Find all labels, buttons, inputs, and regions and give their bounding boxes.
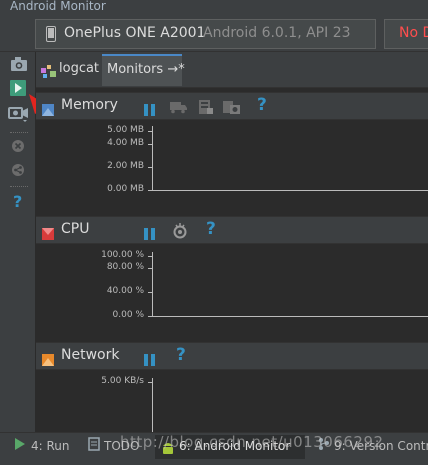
- cpu-y-label: 80.00 %: [106, 262, 144, 272]
- memory-y-label: 4.00 MB: [107, 138, 144, 148]
- cpu-icon: [42, 225, 54, 240]
- window-title: Android Monitor: [10, 0, 106, 13]
- network-monitor-header: Network ?: [36, 342, 428, 370]
- network-y-label: 5.00 KB/s: [101, 376, 144, 386]
- help-icon[interactable]: ?: [13, 192, 31, 211]
- network-icon: [42, 351, 54, 366]
- device-info: Android 6.0.1, API 23: [203, 25, 351, 41]
- process-text: No D: [399, 25, 428, 41]
- toolbar-separator: [10, 186, 28, 187]
- pause-icon[interactable]: [144, 351, 155, 370]
- allocation-tracking-icon[interactable]: [222, 99, 242, 119]
- memory-y-label: 0.00 MB: [107, 184, 144, 194]
- method-tracing-icon[interactable]: [172, 223, 188, 243]
- memory-monitor-header: Memory ?: [36, 92, 428, 120]
- network-y-axis: [152, 378, 153, 432]
- watermark: http://blog.csdn.net/u013066292: [120, 433, 384, 451]
- heap-dump-icon[interactable]: [198, 99, 214, 119]
- run-tool-button[interactable]: 4: Run: [31, 439, 70, 453]
- cpu-y-axis: [152, 252, 153, 317]
- status-bar: [0, 460, 428, 465]
- phone-icon: [46, 26, 56, 46]
- device-name: OnePlus ONE A2001: [64, 25, 206, 41]
- screen-record-icon[interactable]: [8, 104, 28, 122]
- tab-logcat[interactable]: logcat: [36, 54, 102, 86]
- tab-bar: logcat Monitors →*: [36, 52, 428, 88]
- cpu-y-label: 40.00 %: [106, 286, 144, 296]
- camera-icon[interactable]: [10, 56, 28, 74]
- memory-icon: [42, 101, 54, 116]
- help-icon[interactable]: ?: [176, 345, 186, 365]
- cpu-title: CPU: [61, 221, 90, 237]
- device-dropdown[interactable]: OnePlus ONE A2001 Android 6.0.1, API 23: [35, 19, 406, 49]
- network-title: Network: [61, 347, 120, 363]
- help-icon[interactable]: ?: [257, 95, 267, 115]
- cpu-y-label: 0.00 %: [112, 310, 144, 320]
- tab-monitors[interactable]: Monitors →*: [102, 54, 185, 86]
- memory-y-axis: [152, 126, 153, 191]
- gc-truck-icon[interactable]: [170, 99, 188, 118]
- cpu-chart: 100.00 % 80.00 % 40.00 % 0.00 %: [36, 244, 428, 344]
- network-chart: 5.00 KB/s: [36, 370, 428, 432]
- memory-x-axis: [148, 190, 428, 191]
- process-dropdown[interactable]: No D: [384, 19, 428, 49]
- terminate-icon[interactable]: [10, 138, 28, 156]
- cpu-monitor-header: CPU ?: [36, 216, 428, 244]
- memory-y-label: 2.00 MB: [107, 161, 144, 171]
- pause-icon[interactable]: [144, 101, 155, 120]
- tab-logcat-label: logcat: [59, 61, 100, 76]
- memory-chart: 5.00 MB 4.00 MB 2.00 MB 0.00 MB: [36, 120, 428, 216]
- memory-y-label: 5.00 MB: [107, 125, 144, 135]
- share-icon[interactable]: [10, 162, 28, 180]
- help-icon[interactable]: ?: [206, 219, 216, 239]
- run-icon: [14, 438, 26, 453]
- todo-icon: [88, 437, 100, 454]
- title-bar: Android Monitor: [0, 0, 428, 16]
- cpu-x-axis: [148, 316, 428, 317]
- memory-title: Memory: [61, 97, 118, 113]
- tab-monitors-label: Monitors →*: [107, 62, 185, 77]
- logcat-icon: [41, 64, 57, 83]
- pause-icon[interactable]: [144, 225, 155, 244]
- cpu-y-label: 100.00 %: [101, 250, 144, 260]
